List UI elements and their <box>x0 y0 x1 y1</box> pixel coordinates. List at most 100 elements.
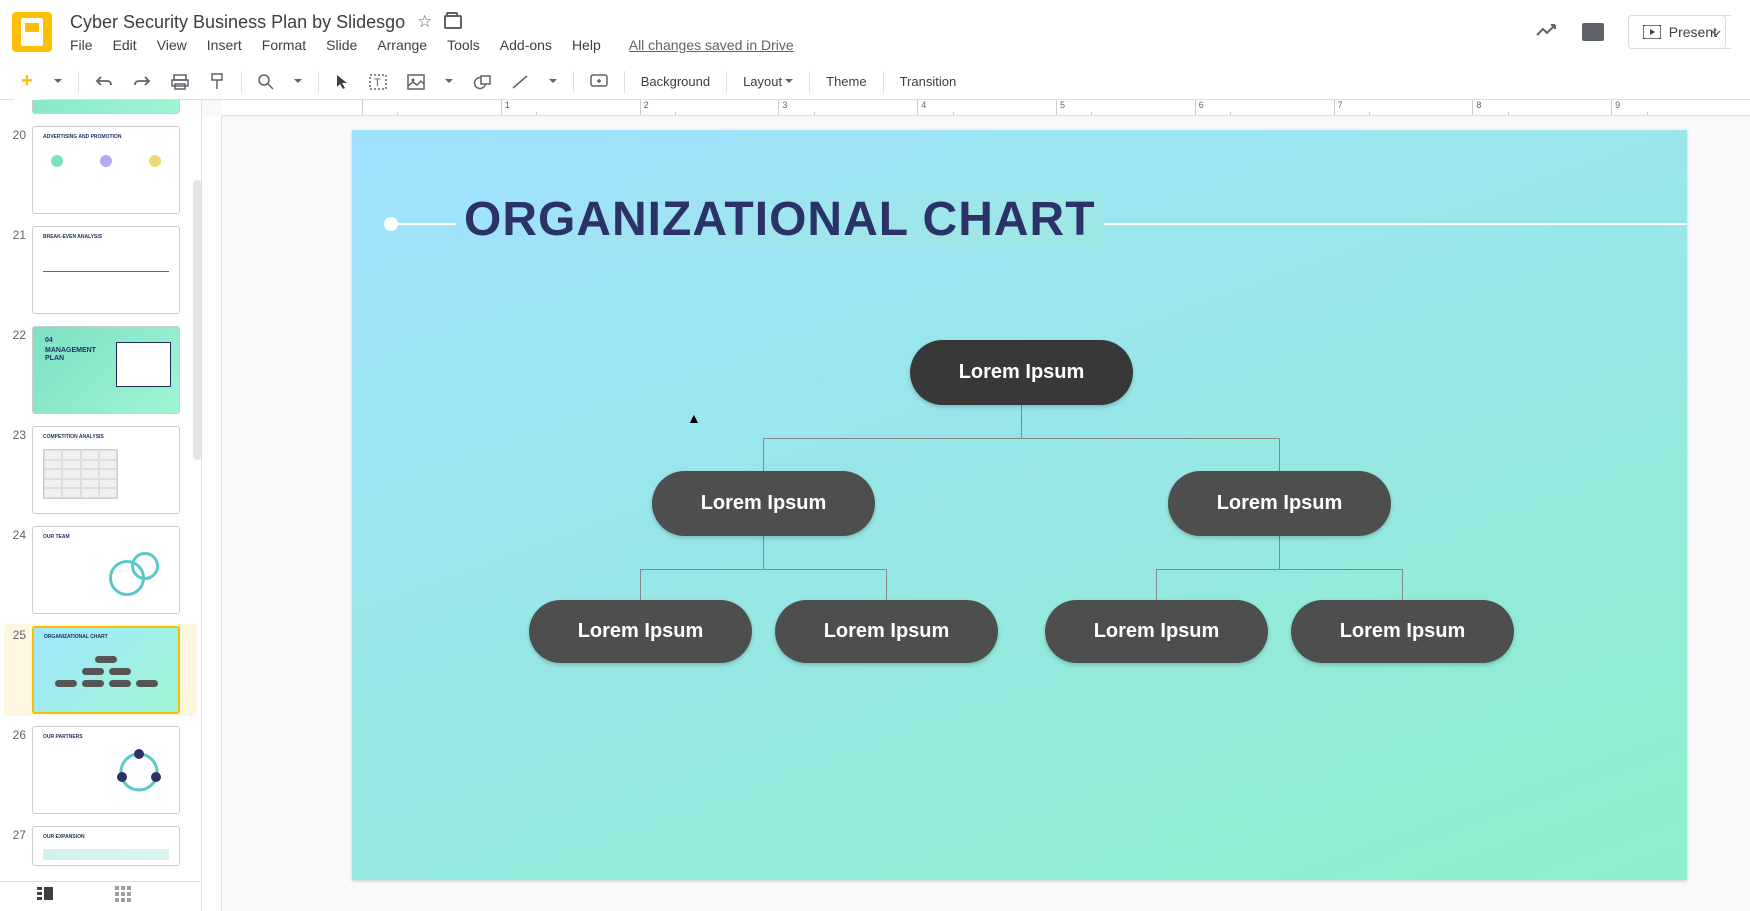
menu-file[interactable]: File <box>70 37 93 53</box>
slide-title[interactable]: ORGANIZATIONAL CHART <box>456 192 1104 247</box>
thumbnail-preview[interactable]: OUR PARTNERS <box>32 726 180 814</box>
org-node-l2-left[interactable]: Lorem Ipsum <box>652 471 875 536</box>
separator <box>573 71 574 93</box>
redo-button[interactable] <box>125 69 159 95</box>
menu-slide[interactable]: Slide <box>326 37 357 53</box>
print-button[interactable] <box>163 68 197 96</box>
org-node-root[interactable]: Lorem Ipsum <box>910 340 1133 405</box>
theme-button[interactable]: Theme <box>818 68 874 95</box>
thumbnail-number: 22 <box>8 326 26 342</box>
present-play-icon <box>1643 25 1661 39</box>
svg-text:T: T <box>374 77 381 89</box>
filmstrip-view-icon[interactable] <box>36 885 54 908</box>
separator <box>318 71 319 93</box>
org-node-l3-1[interactable]: Lorem Ipsum <box>529 600 752 663</box>
new-slide-button[interactable]: + <box>12 63 42 100</box>
thumbnail-row[interactable] <box>4 100 197 116</box>
connector <box>1156 569 1402 570</box>
textbox-tool[interactable]: T <box>361 68 395 96</box>
thumbnail-preview[interactable]: OUR TEAM <box>32 526 180 614</box>
move-folder-icon[interactable] <box>444 15 462 29</box>
separator <box>809 71 810 93</box>
thumbnail-row[interactable]: 23 COMPETITION ANALYSIS <box>4 424 197 516</box>
select-tool[interactable] <box>327 68 357 96</box>
transition-button[interactable]: Transition <box>892 68 965 95</box>
thumbnail-row[interactable]: 21 BREAK-EVEN ANALYSIS <box>4 224 197 316</box>
app-header: Cyber Security Business Plan by Slidesgo… <box>0 0 1750 64</box>
menu-insert[interactable]: Insert <box>207 37 242 53</box>
image-tool[interactable] <box>399 68 433 96</box>
connector <box>886 569 887 600</box>
connector <box>640 569 641 600</box>
background-button[interactable]: Background <box>633 68 718 95</box>
line-dropdown[interactable] <box>541 73 565 90</box>
shape-tool[interactable] <box>465 68 499 96</box>
menu-bar: File Edit View Insert Format Slide Arran… <box>70 37 1534 53</box>
comments-icon[interactable] <box>1582 23 1604 41</box>
thumbnail-row-selected[interactable]: 25 ORGANIZATIONAL CHART <box>4 624 197 716</box>
connector <box>763 438 764 471</box>
separator <box>726 71 727 93</box>
plus-icon: + <box>21 70 33 93</box>
menu-arrange[interactable]: Arrange <box>377 37 427 53</box>
thumbnail-preview[interactable]: COMPETITION ANALYSIS <box>32 426 180 514</box>
thumbnail-row[interactable]: 26 OUR PARTNERS <box>4 724 197 816</box>
thumbnail-number: 26 <box>8 726 26 742</box>
activity-dashboard-icon[interactable] <box>1534 18 1558 47</box>
chevron-down-icon <box>1711 30 1721 36</box>
separator <box>624 71 625 93</box>
thumbnail-preview[interactable]: 04 MANAGEMENT PLAN <box>32 326 180 414</box>
slides-app-icon[interactable] <box>12 12 52 52</box>
thumbnail-row[interactable]: 20 ADVERTISING AND PROMOTION <box>4 124 197 216</box>
thumbnail-preview[interactable] <box>32 100 180 114</box>
menu-view[interactable]: View <box>157 37 187 53</box>
thumbnail-preview[interactable]: ADVERTISING AND PROMOTION <box>32 126 180 214</box>
thumbnail-number: 23 <box>8 426 26 442</box>
comment-tool[interactable] <box>582 68 616 96</box>
thumbnail-row[interactable]: 27 OUR EXPANSION <box>4 824 197 868</box>
undo-button[interactable] <box>87 69 121 95</box>
thumbnail-number: 20 <box>8 126 26 142</box>
menu-addons[interactable]: Add-ons <box>500 37 552 53</box>
new-slide-dropdown[interactable] <box>46 73 70 90</box>
save-status[interactable]: All changes saved in Drive <box>629 37 794 53</box>
connector <box>1402 569 1403 600</box>
org-node-l2-right[interactable]: Lorem Ipsum <box>1168 471 1391 536</box>
thumbnail-scrollbar[interactable] <box>193 180 201 460</box>
thumbnail-preview[interactable]: BREAK-EVEN ANALYSIS <box>32 226 180 314</box>
thumbnail-panel[interactable]: 20 ADVERTISING AND PROMOTION 21 BREAK-EV… <box>0 100 202 911</box>
image-dropdown[interactable] <box>437 73 461 90</box>
document-title[interactable]: Cyber Security Business Plan by Slidesgo <box>70 12 405 33</box>
thumbnail-row[interactable]: 22 04 MANAGEMENT PLAN <box>4 324 197 416</box>
menu-format[interactable]: Format <box>262 37 306 53</box>
thumbnail-number: 24 <box>8 526 26 542</box>
grid-view-icon[interactable] <box>114 885 132 908</box>
menu-edit[interactable]: Edit <box>113 37 137 53</box>
separator <box>241 71 242 93</box>
line-tool[interactable] <box>503 68 537 96</box>
org-node-l3-4[interactable]: Lorem Ipsum <box>1291 600 1514 663</box>
thumbnail-row[interactable]: 24 OUR TEAM <box>4 524 197 616</box>
menu-help[interactable]: Help <box>572 37 601 53</box>
main-area: 20 ADVERTISING AND PROMOTION 21 BREAK-EV… <box>0 100 1750 911</box>
toolbar: + T Background Layout Theme Transition <box>0 64 1750 100</box>
menu-tools[interactable]: Tools <box>447 37 480 53</box>
thumbnail-number: 21 <box>8 226 26 242</box>
canvas-area[interactable]: 1 2 3 4 5 6 7 8 9 ORGANIZATIONAL CHART <box>202 100 1750 911</box>
mouse-cursor-icon: ▲ <box>687 410 701 426</box>
paint-format-button[interactable] <box>201 67 233 97</box>
org-node-l3-2[interactable]: Lorem Ipsum <box>775 600 998 663</box>
zoom-button[interactable] <box>250 68 282 96</box>
connector <box>1021 405 1022 438</box>
present-dropdown[interactable] <box>1707 15 1726 49</box>
view-mode-bar <box>0 881 200 911</box>
org-node-l3-3[interactable]: Lorem Ipsum <box>1045 600 1268 663</box>
thumbnail-preview[interactable]: OUR EXPANSION <box>32 826 180 866</box>
connector <box>1279 536 1280 569</box>
layout-button[interactable]: Layout <box>735 68 801 95</box>
slide-canvas[interactable]: ORGANIZATIONAL CHART Lorem <box>352 130 1687 880</box>
thumbnail-preview[interactable]: ORGANIZATIONAL CHART <box>32 626 180 714</box>
horizontal-ruler: 1 2 3 4 5 6 7 8 9 <box>222 100 1750 116</box>
star-icon[interactable]: ☆ <box>417 12 432 32</box>
zoom-dropdown[interactable] <box>286 73 310 90</box>
